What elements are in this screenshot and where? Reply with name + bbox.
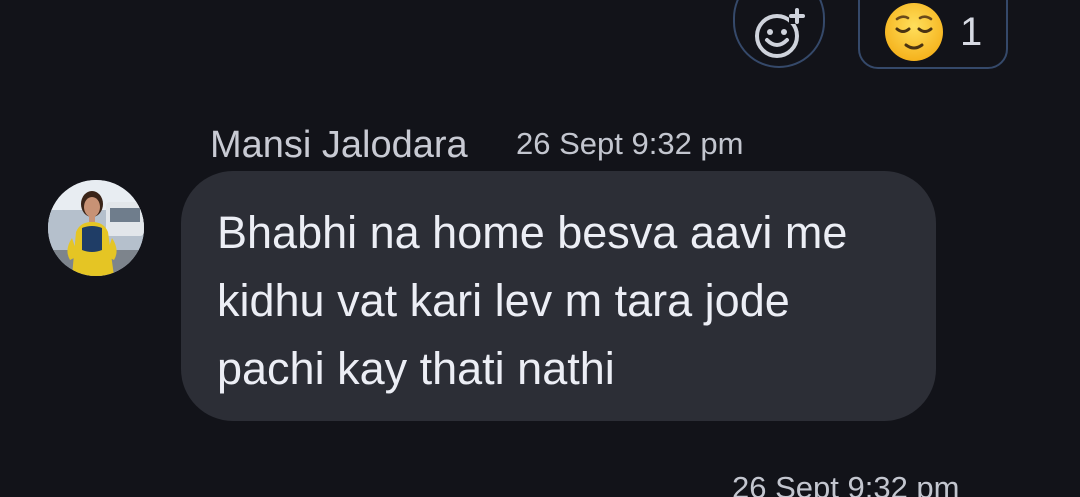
message-text-line: Bhabhi na home besva aavi me: [217, 207, 848, 258]
message-bubble[interactable]: Bhabhi na home besva aavi me kidhu vat k…: [181, 171, 936, 421]
next-message-timestamp: 26 Sept 9:32 pm: [732, 470, 960, 497]
avatar-photo: [48, 180, 144, 276]
add-reaction-button[interactable]: [733, 0, 825, 68]
sender-name: Mansi Jalodara: [210, 124, 468, 166]
message-text-line: kidhu vat kari lev m tara jode: [217, 275, 790, 326]
relieved-face-emoji-icon: [885, 3, 943, 61]
message-text-line: pachi kay thati nathi: [217, 343, 615, 394]
reaction-count: 1: [960, 10, 983, 54]
chat-view: 1 Mansi Jalodara 26 Sept 9:32 pm Bhabhi …: [0, 0, 1080, 497]
avatar[interactable]: [48, 180, 144, 276]
add-emoji-icon: [755, 8, 805, 58]
message-timestamp: 26 Sept 9:32 pm: [516, 126, 744, 161]
reaction-chip[interactable]: 1: [858, 0, 1008, 69]
